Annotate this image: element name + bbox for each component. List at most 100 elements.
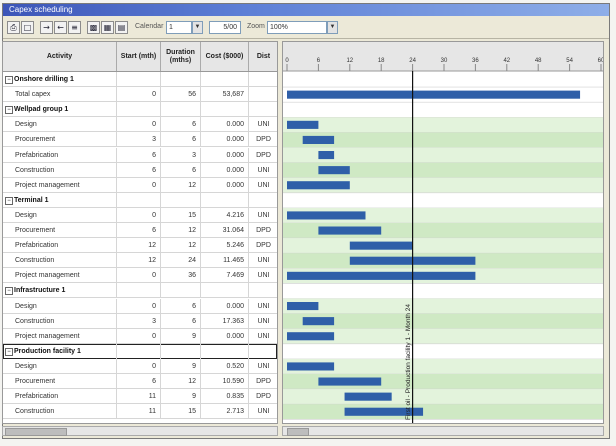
cell-duration[interactable]: 12 — [161, 177, 201, 193]
outdent-icon[interactable]: ← — [54, 21, 67, 34]
group-row[interactable]: Wellpad group 1− — [3, 102, 277, 118]
cell-duration[interactable]: 24 — [161, 253, 201, 269]
cell-cost[interactable] — [201, 192, 249, 208]
cell-dist[interactable]: UNI — [249, 208, 277, 223]
cell-dist[interactable]: UNI — [249, 117, 277, 132]
cell-cost[interactable]: 0.520 — [201, 358, 249, 374]
cell-dist[interactable]: UNI — [249, 268, 277, 283]
cell-activity[interactable]: Wellpad group 1 — [3, 102, 117, 118]
cell-start[interactable]: 0 — [117, 87, 161, 103]
cell-cost[interactable] — [201, 343, 249, 359]
cell-cost[interactable] — [201, 283, 249, 299]
calendar-input[interactable]: 1 — [166, 21, 192, 34]
cell-duration[interactable]: 12 — [161, 374, 201, 389]
cell-start[interactable]: 0 — [117, 268, 161, 284]
table-row[interactable]: Procurement 3 6 0.000 DPD — [3, 132, 277, 148]
cell-dist[interactable]: UNI — [249, 314, 277, 329]
collapse-icon[interactable]: − — [5, 76, 13, 84]
cell-duration[interactable] — [161, 192, 201, 208]
col-dist[interactable]: Dist — [249, 42, 277, 71]
cell-cost[interactable] — [201, 72, 249, 87]
cell-start[interactable]: 6 — [117, 374, 161, 389]
table-icon[interactable]: ▦ — [101, 21, 114, 34]
table-row[interactable]: Construction 3 6 17.363 UNI — [3, 313, 277, 329]
cell-activity[interactable]: Procurement — [3, 132, 117, 148]
cell-duration[interactable]: 12 — [161, 238, 201, 254]
cell-dist[interactable]: DPD — [249, 148, 277, 163]
cell-activity[interactable]: Project management — [3, 177, 117, 193]
cell-cost[interactable]: 0.000 — [201, 298, 249, 314]
grid-scrollbar[interactable] — [2, 426, 278, 436]
cell-activity[interactable]: Procurement — [3, 374, 117, 389]
cell-cost[interactable]: 11.465 — [201, 253, 249, 269]
cell-cost[interactable]: 17.363 — [201, 313, 249, 329]
cell-activity[interactable]: Prefabrication — [3, 389, 117, 405]
cell-start[interactable] — [117, 72, 161, 87]
cell-duration[interactable]: 36 — [161, 268, 201, 284]
cell-activity[interactable]: Procurement — [3, 223, 117, 238]
table-row[interactable]: Design 0 9 0.520 UNI — [3, 358, 277, 374]
table-row[interactable]: Design 0 6 0.000 UNI — [3, 117, 277, 133]
cell-cost[interactable]: 31.064 — [201, 223, 249, 238]
cell-duration[interactable]: 3 — [161, 147, 201, 163]
cell-activity[interactable]: Production facility 1 — [3, 343, 117, 359]
cell-activity[interactable]: Construction — [3, 162, 117, 178]
group-row[interactable]: Terminal 1− — [3, 192, 277, 208]
table-row[interactable]: Construction 11 15 2.713 UNI — [3, 404, 277, 420]
cell-duration[interactable]: 15 — [161, 404, 201, 420]
cell-duration[interactable]: 6 — [161, 132, 201, 148]
cell-duration[interactable]: 9 — [161, 358, 201, 374]
cell-cost[interactable]: 0.000 — [201, 147, 249, 163]
table-row[interactable]: Procurement 6 12 31.064 DPD — [3, 223, 277, 239]
cell-dist[interactable]: DPD — [249, 389, 277, 404]
cell-dist[interactable]: UNI — [249, 178, 277, 193]
cell-cost[interactable]: 0.835 — [201, 389, 249, 405]
col-activity[interactable]: Activity — [3, 42, 117, 71]
cell-start[interactable]: 3 — [117, 313, 161, 329]
col-start[interactable]: Start (mth) — [117, 42, 161, 71]
cell-start[interactable] — [117, 343, 161, 359]
cell-dist[interactable]: UNI — [249, 359, 277, 374]
cell-start[interactable]: 0 — [117, 358, 161, 374]
col-duration[interactable]: Duration (mths) — [161, 42, 201, 71]
cell-dist[interactable] — [249, 344, 277, 359]
group-row[interactable]: Production facility 1− — [3, 343, 277, 359]
cell-dist[interactable]: DPD — [249, 132, 277, 147]
cell-cost[interactable]: 2.713 — [201, 404, 249, 420]
cell-duration[interactable]: 9 — [161, 389, 201, 405]
cell-start[interactable]: 3 — [117, 132, 161, 148]
cell-duration[interactable]: 12 — [161, 223, 201, 238]
preview-icon[interactable]: □ — [21, 21, 34, 34]
cell-activity[interactable]: Project management — [3, 328, 117, 344]
group-row[interactable]: Infrastructure 1− — [3, 283, 277, 299]
cell-dist[interactable]: UNI — [249, 163, 277, 178]
cell-activity[interactable]: Design — [3, 117, 117, 133]
cell-cost[interactable]: 0.000 — [201, 328, 249, 344]
cell-dist[interactable]: DPD — [249, 374, 277, 389]
table-row[interactable]: Prefabrication 11 9 0.835 DPD — [3, 389, 277, 405]
cell-activity[interactable]: Construction — [3, 313, 117, 329]
chart-icon[interactable]: ▩ — [87, 21, 100, 34]
cell-cost[interactable] — [201, 102, 249, 118]
gantt-scrollbar[interactable] — [282, 426, 604, 436]
group-row[interactable]: Onshore drilling 1− — [3, 72, 277, 88]
cell-dist[interactable]: DPD — [249, 238, 277, 253]
table-row[interactable]: Procurement 6 12 10.590 DPD — [3, 374, 277, 390]
cell-cost[interactable]: 4.216 — [201, 207, 249, 223]
zoom-dropdown-icon[interactable]: ▼ — [327, 21, 338, 34]
cell-activity[interactable]: Design — [3, 207, 117, 223]
cell-start[interactable]: 0 — [117, 298, 161, 314]
cell-dist[interactable]: UNI — [249, 253, 277, 268]
cell-start[interactable]: 12 — [117, 238, 161, 254]
cell-activity[interactable]: Design — [3, 358, 117, 374]
cell-activity[interactable]: Total capex — [3, 87, 117, 103]
table-row[interactable]: Construction 6 6 0.000 UNI — [3, 162, 277, 178]
table-row[interactable]: Construction 12 24 11.465 UNI — [3, 253, 277, 269]
cell-cost[interactable]: 0.000 — [201, 117, 249, 133]
table-row[interactable]: Total capex 0 56 53,687 — [3, 87, 277, 103]
collapse-icon[interactable]: − — [5, 347, 13, 356]
cell-activity[interactable]: Project management — [3, 268, 117, 284]
cell-duration[interactable]: 56 — [161, 87, 201, 103]
cell-start[interactable]: 11 — [117, 404, 161, 420]
cell-dist[interactable]: UNI — [249, 329, 277, 344]
